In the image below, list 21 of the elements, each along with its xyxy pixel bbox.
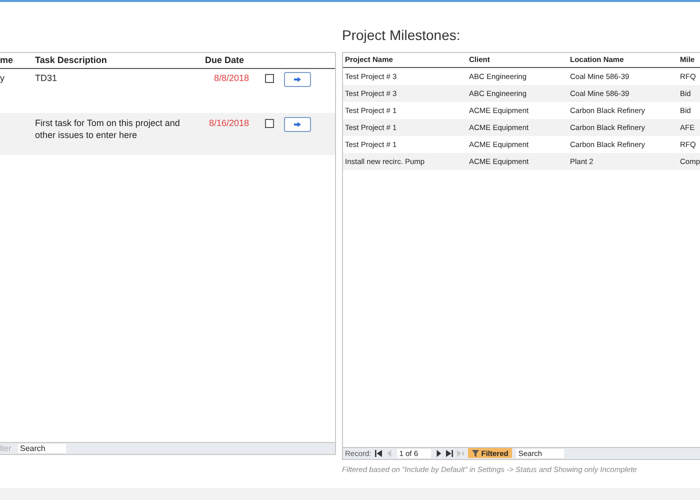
checkbox[interactable]	[265, 119, 274, 128]
first-record-icon[interactable]	[375, 450, 382, 457]
table-cell-text: y	[0, 72, 6, 85]
arrow-right-icon	[294, 122, 301, 127]
funnel-icon	[472, 450, 480, 457]
column-header: me	[0, 54, 14, 67]
next-record-icon[interactable]	[435, 450, 442, 457]
checkbox[interactable]	[265, 74, 274, 83]
column-header: Due Date	[205, 54, 246, 67]
table-cell-text: 8/16/2018	[208, 117, 250, 130]
table-cell-text: TD31	[35, 72, 58, 84]
column-header: Task Description	[35, 54, 108, 67]
open-button[interactable]	[284, 72, 311, 87]
arrow-right-icon	[294, 77, 301, 82]
table-cell-text: First task for Tom on this project and other issues to enter here	[35, 117, 181, 141]
table-cell-text: 8/8/2018	[212, 72, 250, 85]
section-title: Project Milestones:	[342, 26, 462, 45]
last-record-icon[interactable]	[446, 450, 454, 457]
search-field[interactable]: Search	[18, 444, 66, 453]
open-button[interactable]	[284, 117, 311, 132]
filter-label: lter	[0, 442, 12, 454]
